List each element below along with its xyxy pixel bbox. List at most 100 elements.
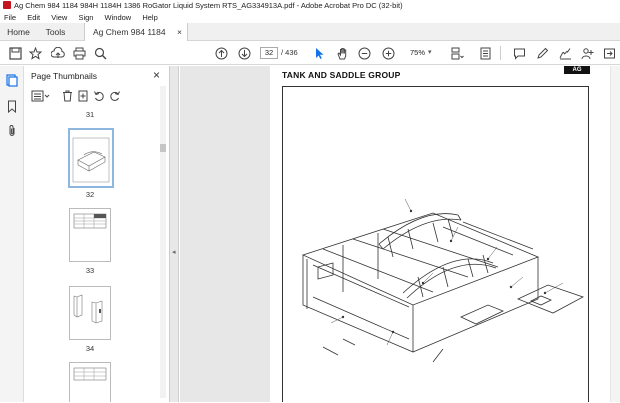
- search-button[interactable]: [92, 45, 108, 61]
- tab-document[interactable]: Ag Chem 984 1184 1186... ×: [84, 23, 188, 55]
- upload-button[interactable]: [50, 45, 66, 61]
- thumbnail-page-35[interactable]: [69, 362, 111, 402]
- paperclip-icon: [9, 124, 15, 136]
- hand-icon: [336, 47, 346, 59]
- thumbnail-label: 34: [85, 344, 95, 353]
- page-thumbnails-toggle[interactable]: [4, 72, 20, 88]
- tab-bar: Home Tools Ag Chem 984 1184 1186... ×: [0, 23, 620, 55]
- rotate-clockwise-icon: [110, 91, 120, 101]
- tab-tools[interactable]: Tools: [37, 23, 74, 41]
- options-menu-button[interactable]: [30, 89, 52, 103]
- exploded-view-drawing: [282, 86, 589, 402]
- scroll-pages-icon: [480, 47, 490, 59]
- rotate-counterclockwise-icon: [94, 91, 104, 101]
- save-button[interactable]: [7, 45, 23, 61]
- thumbnail-page-32[interactable]: [68, 128, 114, 188]
- thumbnail-label: 33: [85, 266, 95, 275]
- panel-scrollbar[interactable]: [160, 86, 166, 398]
- previous-page-button[interactable]: [213, 45, 229, 61]
- select-tool-button[interactable]: [312, 45, 328, 61]
- scroll-mode-button[interactable]: [477, 45, 493, 61]
- acrobat-logo-icon: [3, 1, 11, 9]
- panel-splitter[interactable]: ◂: [170, 66, 179, 402]
- thumbnail-page-34[interactable]: [69, 286, 111, 340]
- thumbnail-page-33[interactable]: [69, 208, 111, 262]
- delete-pages-button[interactable]: [60, 89, 74, 103]
- cloud-upload-icon: [51, 46, 65, 58]
- thumbnail-label: 31: [85, 110, 95, 119]
- title-bar: Ag Chem 984 1184 984H 1184H 1386 RoGator…: [0, 0, 620, 12]
- chevron-down-icon[interactable]: ▾: [428, 47, 432, 59]
- share-button[interactable]: [580, 45, 596, 61]
- panel-close-icon[interactable]: ×: [153, 68, 160, 82]
- highlight-button[interactable]: [534, 45, 550, 61]
- print-button[interactable]: [71, 45, 87, 61]
- zoom-in-button[interactable]: [380, 45, 396, 61]
- corner-tag: AG: [564, 66, 590, 74]
- list-options-icon: [31, 90, 50, 102]
- menu-file[interactable]: File: [4, 13, 16, 22]
- menu-window[interactable]: Window: [105, 13, 132, 22]
- collapse-panel-icon[interactable]: ◂: [172, 248, 176, 256]
- star-icon: [28, 46, 42, 60]
- arrow-down-circle-icon: [238, 47, 250, 59]
- thumbnail-drawing: [73, 294, 103, 324]
- next-page-button[interactable]: [236, 45, 252, 61]
- tank-saddle-drawing: [301, 198, 584, 363]
- menu-view[interactable]: View: [51, 13, 67, 22]
- zoom-level-select[interactable]: 75%: [410, 47, 425, 59]
- main-toolbar: 32 / 436 75% ▾: [0, 41, 620, 65]
- plus-circle-icon: [382, 47, 394, 59]
- search-icon: [94, 47, 106, 59]
- trash-icon: [62, 90, 72, 102]
- panel-toolbar: [30, 89, 140, 105]
- share-people-icon: [581, 47, 594, 59]
- more-tools-button[interactable]: [601, 45, 617, 61]
- pen-icon: [536, 47, 548, 59]
- thumbnail-table: [73, 213, 107, 229]
- thumbnail-label: 32: [85, 190, 95, 199]
- tab-close-icon[interactable]: ×: [177, 23, 182, 41]
- page-thumbnails-panel: Page Thumbnails × 31 32 33 34: [24, 66, 170, 402]
- insert-page-icon: [78, 90, 88, 102]
- thumbnail-table: [73, 367, 107, 381]
- bookmark-icon: [8, 100, 16, 113]
- printer-icon: [73, 47, 85, 59]
- menu-edit[interactable]: Edit: [27, 13, 40, 22]
- page-total: / 436: [281, 48, 298, 57]
- menu-help[interactable]: Help: [142, 13, 157, 22]
- rotate-left-button[interactable]: [92, 89, 106, 103]
- menu-sign[interactable]: Sign: [78, 13, 93, 22]
- hand-tool-button[interactable]: [334, 45, 350, 61]
- thumbnail-list: 31 32 33 34: [24, 110, 164, 402]
- menu-bar: File Edit View Sign Window Help: [0, 12, 620, 23]
- page-heading: TANK AND SADDLE GROUP: [282, 70, 401, 80]
- arrow-up-circle-icon: [215, 47, 227, 59]
- document-scrollbar[interactable]: [611, 66, 620, 402]
- minus-circle-icon: [358, 47, 370, 59]
- bookmark-star-button[interactable]: [27, 45, 43, 61]
- thumbnails-icon: [6, 73, 18, 87]
- insert-page-button[interactable]: [76, 89, 90, 103]
- signature-icon: [559, 47, 571, 59]
- toolbar-divider: [500, 46, 501, 60]
- save-icon: [8, 46, 22, 60]
- bookmarks-toggle[interactable]: [4, 98, 20, 114]
- cursor-arrow-icon: [316, 47, 324, 59]
- page-number-input[interactable]: 32: [260, 47, 278, 59]
- rotate-right-button[interactable]: [108, 89, 122, 103]
- page-display-button[interactable]: [449, 45, 465, 61]
- attachments-toggle[interactable]: [4, 122, 20, 138]
- comment-button[interactable]: [511, 45, 527, 61]
- export-icon: [603, 48, 615, 58]
- page-layout-icon: [451, 47, 464, 59]
- zoom-out-button[interactable]: [356, 45, 372, 61]
- thumbnail-drawing: [72, 137, 110, 183]
- left-rail: [0, 66, 24, 402]
- comment-icon: [513, 48, 525, 60]
- panel-scrollbar-thumb[interactable]: [160, 144, 166, 152]
- window-title: Ag Chem 984 1184 984H 1184H 1386 RoGator…: [14, 1, 403, 10]
- tab-home[interactable]: Home: [0, 23, 37, 41]
- panel-title: Page Thumbnails: [31, 71, 97, 81]
- fill-sign-button[interactable]: [557, 45, 573, 61]
